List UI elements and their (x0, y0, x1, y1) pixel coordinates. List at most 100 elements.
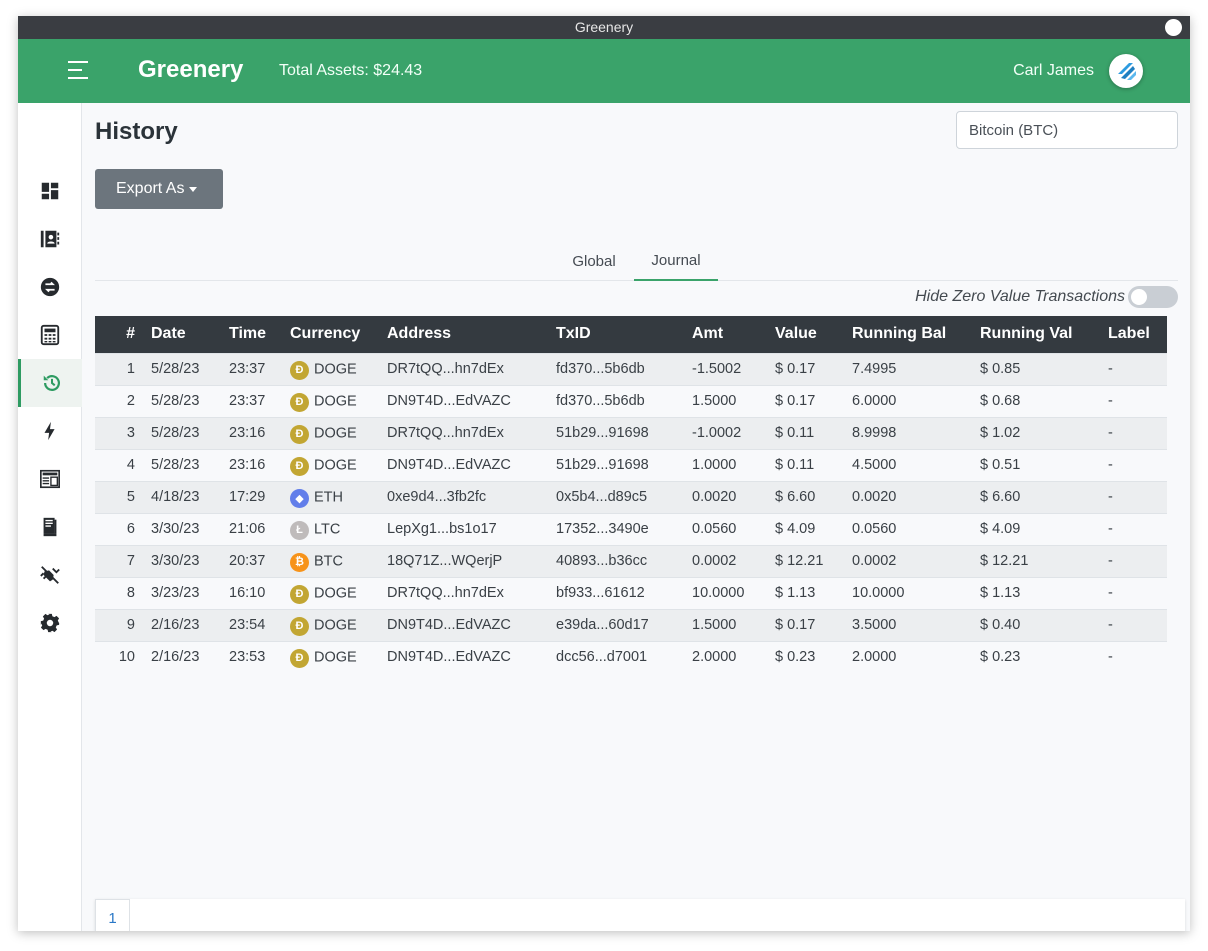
total-assets: Total Assets: $24.43 (279, 62, 423, 79)
cell-time: 23:37 (221, 352, 282, 385)
table-row[interactable]: 8 3/23/23 16:10 Ð DOGE DR7tQQ...hn7dEx bf933..… (95, 576, 1167, 609)
cell-currency: ₿ BTC (282, 544, 379, 577)
column-header-currency[interactable]: Currency (282, 316, 379, 353)
cell-time: 16:10 (221, 576, 282, 609)
table-row[interactable]: 9 2/16/23 23:54 Ð DOGE DN9T4D...EdVAZC e39da..… (95, 608, 1167, 641)
column-header-label[interactable]: Label (1100, 316, 1167, 353)
table-row[interactable]: 5 4/18/23 17:29 ◆ ETH 0xe9d4...3fb2fc 0x5b4...… (95, 480, 1167, 513)
column-header-amt[interactable]: Amt (684, 316, 767, 353)
sidebar-item-history[interactable] (18, 359, 82, 407)
cell-address: DN9T4D...EdVAZC (379, 640, 548, 673)
app-window: Greenery Greenery Total Assets: $24.43 C… (18, 16, 1190, 931)
cell-number: 8 (95, 576, 143, 609)
sidebar-item-plugins[interactable] (18, 551, 82, 599)
cell-date: 2/16/23 (143, 608, 221, 641)
currency-code: DOGE (314, 392, 357, 409)
table-row[interactable]: 3 5/28/23 23:16 Ð DOGE DR7tQQ...hn7dEx 51b29..… (95, 416, 1167, 449)
page-title: History (95, 118, 178, 145)
cell-time: 23:16 (221, 416, 282, 449)
currency-code: DOGE (314, 360, 357, 377)
brand-name[interactable]: Greenery (138, 56, 243, 84)
sidebar-item-invoice[interactable] (18, 455, 82, 503)
sidebar (18, 103, 82, 931)
cell-label: - (1100, 512, 1167, 545)
cell-amt: 10.0000 (684, 576, 767, 609)
address-book-icon (40, 230, 60, 248)
cell-date: 5/28/23 (143, 352, 221, 385)
cell-time: 21:06 (221, 512, 282, 545)
window-control-dot[interactable] (1165, 19, 1182, 36)
sidebar-item-exchange[interactable] (18, 263, 82, 311)
doge-coin-icon: Ð (290, 360, 309, 380)
table-row[interactable]: 4 5/28/23 23:16 Ð DOGE DN9T4D...EdVAZC 51b29..… (95, 448, 1167, 481)
cell-time: 23:37 (221, 384, 282, 417)
sidebar-item-settings[interactable] (18, 599, 82, 647)
column-header-date[interactable]: Date (143, 316, 221, 353)
window-titlebar: Greenery (18, 16, 1190, 39)
tab-journal[interactable]: Journal (634, 241, 718, 281)
currency-code: ETH (314, 488, 343, 505)
sidebar-item-address-book[interactable] (18, 215, 82, 263)
table-row[interactable]: 10 2/16/23 23:53 Ð DOGE DN9T4D...EdVAZC dcc56.… (95, 640, 1167, 673)
column-header-running-val[interactable]: Running Val (972, 316, 1100, 353)
cell-value: $ 0.17 (767, 352, 844, 385)
cell-address: DR7tQQ...hn7dEx (379, 352, 548, 385)
table-row[interactable]: 6 3/30/23 21:06 Ł LTC LepXg1...bs1o17 17352...… (95, 512, 1167, 545)
cell-number: 5 (95, 480, 143, 513)
currency-code: DOGE (314, 649, 357, 666)
exchange-icon (40, 277, 60, 297)
cell-number: 6 (95, 512, 143, 545)
cell-running-val: $ 0.51 (972, 448, 1100, 481)
doge-coin-icon: Ð (290, 392, 309, 412)
user-name[interactable]: Carl James (1013, 62, 1094, 80)
cell-number: 2 (95, 384, 143, 417)
column-header-running-bal[interactable]: Running Bal (844, 316, 972, 353)
gear-icon (40, 613, 60, 633)
cell-label: - (1100, 608, 1167, 641)
cell-txid: e39da...60d17 (548, 608, 684, 641)
doge-coin-icon: Ð (290, 616, 309, 636)
page-link-1[interactable]: 1 (95, 899, 130, 931)
currency-code: DOGE (314, 424, 357, 441)
sidebar-item-receipt[interactable] (18, 503, 82, 551)
column-header-time[interactable]: Time (221, 316, 282, 353)
eth-coin-icon: ◆ (290, 488, 309, 508)
cell-label: - (1100, 544, 1167, 577)
menu-icon[interactable] (68, 61, 88, 79)
cell-number: 7 (95, 544, 143, 577)
sidebar-item-dashboard[interactable] (18, 167, 82, 215)
cell-txid: bf933...61612 (548, 576, 684, 609)
cell-value: $ 0.17 (767, 608, 844, 641)
cell-address: DR7tQQ...hn7dEx (379, 416, 548, 449)
cell-running-bal: 8.9998 (844, 416, 972, 449)
table-row[interactable]: 1 5/28/23 23:37 Ð DOGE DR7tQQ...hn7dEx fd370..… (95, 352, 1167, 385)
currency-select[interactable]: Bitcoin (BTC) (956, 111, 1178, 149)
cell-value: $ 0.17 (767, 384, 844, 417)
dashboard-icon (41, 182, 59, 200)
history-icon (43, 375, 60, 391)
table-row[interactable]: 2 5/28/23 23:37 Ð DOGE DN9T4D...EdVAZC fd370..… (95, 384, 1167, 417)
column-header-value[interactable]: Value (767, 316, 844, 353)
cell-currency: ◆ ETH (282, 480, 379, 513)
column-header-number[interactable]: # (95, 316, 143, 353)
cell-txid: fd370...5b6db (548, 352, 684, 385)
hide-zero-toggle[interactable] (1128, 286, 1178, 308)
export-as-button[interactable]: Export As (95, 169, 223, 209)
tab-global[interactable]: Global (558, 241, 630, 281)
cell-running-val: $ 1.13 (972, 576, 1100, 609)
column-header-address[interactable]: Address (379, 316, 548, 353)
table-row[interactable]: 7 3/30/23 20:37 ₿ BTC 18Q71Z...WQerjP 40893...… (95, 544, 1167, 577)
cell-currency: Ð DOGE (282, 640, 379, 673)
sidebar-item-calculator[interactable] (18, 311, 82, 359)
cell-txid: dcc56...d7001 (548, 640, 684, 673)
cell-amt: 0.0020 (684, 480, 767, 513)
avatar[interactable] (1109, 54, 1143, 88)
plugin-disconnected-icon (40, 566, 60, 584)
cell-value: $ 0.11 (767, 448, 844, 481)
sidebar-item-lightning[interactable] (18, 407, 82, 455)
column-header-txid[interactable]: TxID (548, 316, 684, 353)
cell-amt: -1.0002 (684, 416, 767, 449)
cell-txid: 0x5b4...d89c5 (548, 480, 684, 513)
cell-currency: Ð DOGE (282, 448, 379, 481)
cell-date: 5/28/23 (143, 448, 221, 481)
